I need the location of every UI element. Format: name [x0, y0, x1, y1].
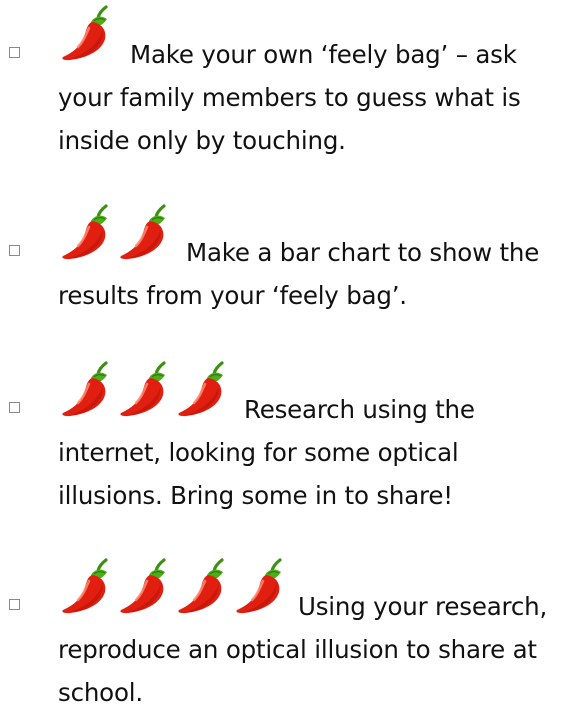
task-item: Make a bar chart to show the results fro…	[0, 203, 569, 313]
task-item: Using your research, reproduce an optica…	[0, 557, 569, 707]
task-item: Research using the internet, looking for…	[0, 360, 569, 510]
task-text: Research using the internet, looking for…	[58, 395, 475, 510]
checkbox-icon[interactable]	[9, 599, 20, 610]
task-text: Make a bar chart to show the results fro…	[58, 238, 540, 310]
checkbox-icon[interactable]	[9, 402, 20, 413]
task-text: Using your research, reproduce an optica…	[58, 592, 548, 707]
task-text: Make your own ‘feely bag’ – ask your fam…	[58, 40, 521, 155]
checkbox-icon[interactable]	[9, 47, 20, 58]
task-item: Make your own ‘feely bag’ – ask your fam…	[0, 4, 569, 155]
checkbox-icon[interactable]	[9, 245, 20, 256]
worksheet-page: Make your own ‘feely bag’ – ask your fam…	[0, 0, 569, 707]
